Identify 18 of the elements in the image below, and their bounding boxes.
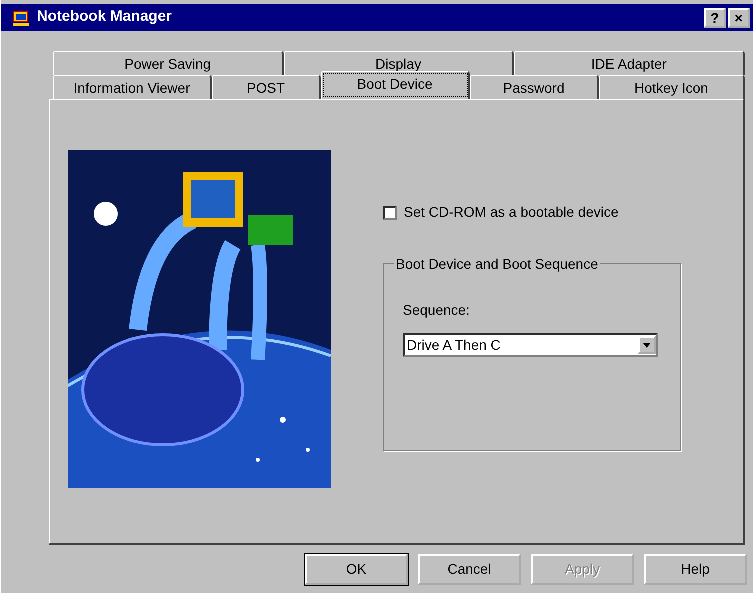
window-title: Notebook Manager	[37, 7, 174, 28]
close-button[interactable]: ×	[728, 8, 750, 28]
tab[interactable]: POST	[212, 75, 321, 99]
monitor-icon	[11, 8, 31, 26]
field-label: Sequence:	[403, 301, 471, 320]
sequence-dropdown[interactable]: Drive A Then C	[403, 333, 658, 357]
tab[interactable]: Power Saving	[53, 51, 284, 75]
tab[interactable]: IDE Adapter	[514, 51, 746, 75]
tab[interactable]: Hotkey Icon	[599, 75, 745, 99]
help-button[interactable]: ?	[704, 8, 726, 28]
tab[interactable]: Information Viewer	[53, 75, 212, 99]
dialog-button[interactable]: Cancel	[418, 554, 521, 585]
dialog-button[interactable]: Help	[644, 554, 747, 585]
checkbox[interactable]	[383, 206, 397, 220]
dialog-button[interactable]: OK	[305, 554, 408, 585]
tab[interactable]: Password	[470, 75, 599, 99]
checkbox-label: Set CD-ROM as a bootable device	[404, 203, 619, 222]
tab[interactable]: Boot Device	[321, 71, 470, 99]
